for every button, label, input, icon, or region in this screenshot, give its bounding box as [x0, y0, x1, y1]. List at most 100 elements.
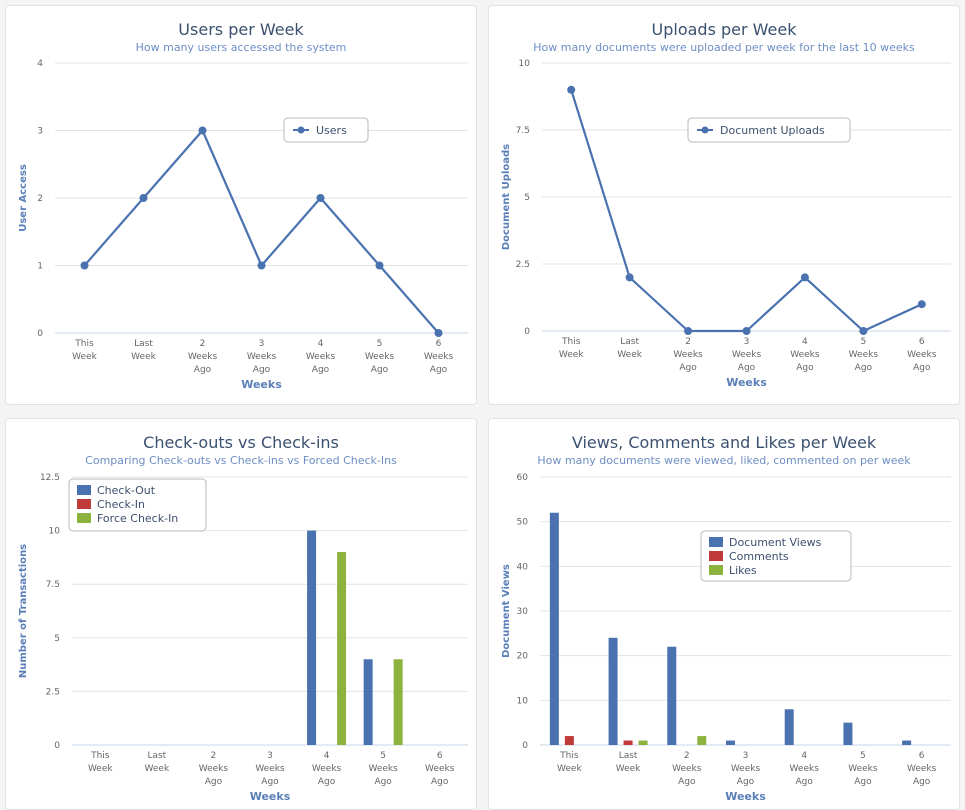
users-per-week-chart: 0 1 2 3 4 This Week Last Week 2 Weeks Ago 3 Weeks Ago 4…	[18, 59, 468, 391]
bar	[564, 736, 574, 745]
x-tick-label: 2	[685, 337, 691, 347]
x-tick-label: Ago	[913, 363, 931, 373]
bar	[726, 740, 735, 745]
data-point	[257, 261, 266, 270]
x-tick-label: Weeks	[907, 764, 937, 774]
legend-label: Document Views	[729, 536, 822, 549]
x-tick-label: 6	[436, 339, 442, 349]
x-tick-label: Last	[147, 751, 166, 761]
y-tick-label: 0	[522, 741, 528, 751]
y-tick-label: 2.5	[516, 260, 530, 270]
x-tick-label: Weeks	[672, 764, 702, 774]
bar	[697, 736, 707, 745]
x-tick-label: This	[90, 751, 110, 761]
x-tick-label: Ago	[312, 365, 330, 375]
bar	[337, 552, 347, 745]
y-tick-label: 40	[517, 562, 529, 572]
x-tick-label: 4	[324, 751, 330, 761]
y-axis-title: Document Views	[501, 564, 512, 658]
data-point	[625, 273, 634, 282]
chart-title: Check-outs vs Check-ins	[143, 433, 339, 452]
checkouts-vs-checkins-chart: 0 2.5 5 7.5 10 12.5 This Week Last Week 2 Weeks Ago 3…	[18, 473, 468, 803]
x-tick-label: 2	[684, 751, 690, 761]
x-tick-label: 5	[380, 751, 386, 761]
chart-subtitle: How many documents were viewed, liked, c…	[537, 454, 911, 467]
x-tick-label: Weeks	[732, 350, 762, 360]
x-tick-label: 6	[919, 337, 925, 347]
x-tick-label: Weeks	[424, 352, 454, 362]
data-point	[139, 194, 148, 202]
y-tick-label: 1	[37, 262, 43, 272]
y-tick-label: 12.5	[40, 473, 60, 483]
data-point	[198, 126, 207, 135]
x-tick-label: Weeks	[425, 764, 455, 774]
x-tick-label: Ago	[737, 777, 755, 787]
chart-subtitle: How many documents were uploaded per wee…	[533, 41, 915, 54]
bar	[638, 740, 648, 745]
views-comments-likes-chart: 0 10 20 30 40 50 60 This Week Last Week 2 Weeks Ago 3 W…	[501, 473, 951, 803]
y-tick-label: 0	[524, 327, 530, 337]
checkouts-vs-checkins-panel: 0 2.5 5 7.5 10 12.5 This Week Last Week 2 Weeks Ago 3…	[5, 418, 477, 810]
bar	[623, 740, 633, 745]
x-tick-label: 6	[437, 751, 443, 761]
x-tick-label: Ago	[431, 777, 449, 787]
x-tick-label: 3	[744, 337, 750, 347]
x-tick-label: Weeks	[790, 350, 820, 360]
legend-label: Check-Out	[97, 484, 156, 497]
x-tick-label: Week	[131, 352, 156, 362]
x-tick-label: Weeks	[199, 764, 229, 774]
chart-subtitle: How many users accessed the system	[135, 41, 347, 54]
views-comments-likes-panel: 0 10 20 30 40 50 60 This Week Last Week 2 Weeks Ago 3 W…	[488, 418, 960, 810]
x-tick-label: Week	[88, 764, 113, 774]
x-tick-label: Weeks	[365, 352, 395, 362]
legend-label: Comments	[729, 550, 789, 563]
y-tick-label: 7.5	[516, 126, 530, 136]
y-tick-label: 0	[54, 741, 60, 751]
x-tick-label: This	[74, 339, 94, 349]
x-tick-label: Ago	[253, 365, 271, 375]
data-point	[684, 327, 693, 335]
y-tick-label: 20	[517, 652, 529, 662]
legend-label: Check-In	[97, 498, 145, 511]
data-point	[859, 327, 868, 335]
legend-label: Force Check-In	[97, 512, 178, 525]
series-line	[83, 129, 440, 334]
data-point	[434, 329, 443, 337]
x-tick-label: Weeks	[306, 352, 336, 362]
y-tick-label: 30	[517, 607, 529, 617]
x-tick-label: Ago	[430, 365, 448, 375]
x-axis-title: Weeks	[241, 378, 282, 391]
x-tick-label: Weeks	[848, 764, 878, 774]
x-tick-label: Ago	[738, 363, 756, 373]
x-tick-label: 3	[267, 751, 273, 761]
y-tick-label: 0	[37, 329, 43, 339]
x-tick-label: Weeks	[907, 350, 937, 360]
x-tick-label: Ago	[261, 777, 279, 787]
x-tick-label: Weeks	[247, 352, 277, 362]
x-tick-label: Ago	[678, 777, 696, 787]
x-tick-label: Ago	[796, 777, 814, 787]
x-tick-label: Weeks	[673, 350, 703, 360]
x-tick-label: Ago	[374, 777, 392, 787]
x-tick-label: Ago	[205, 777, 223, 787]
y-tick-label: 50	[517, 518, 529, 528]
legend-swatch	[77, 513, 91, 523]
x-tick-label: 4	[318, 339, 324, 349]
bar	[393, 659, 403, 745]
x-tick-label: Weeks	[312, 764, 342, 774]
y-axis-title: Number of Transactions	[18, 544, 29, 678]
x-tick-label: 2	[211, 751, 217, 761]
x-tick-label: This	[561, 337, 581, 347]
y-tick-label: 10	[49, 527, 61, 537]
x-tick-label: Weeks	[849, 350, 879, 360]
x-tick-label: Weeks	[368, 764, 398, 774]
legend-swatch	[77, 499, 91, 509]
x-tick-label: Last	[134, 339, 153, 349]
legend-swatch	[709, 565, 723, 575]
data-point	[800, 273, 809, 282]
x-tick-label: This	[559, 751, 579, 761]
x-tick-label: Ago	[679, 363, 697, 373]
uploads-per-week-panel: 0 2.5 5 7.5 10 This Week Last Week 2 Weeks Ago 3 Week…	[488, 5, 960, 405]
x-tick-label: Ago	[913, 777, 931, 787]
x-tick-label: 4	[801, 751, 807, 761]
